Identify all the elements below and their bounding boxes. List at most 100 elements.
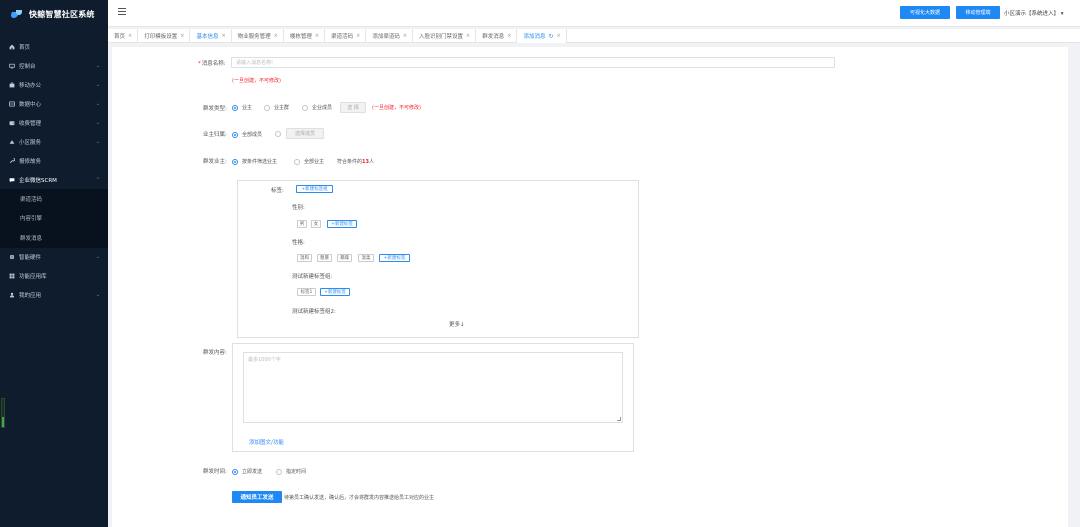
chevron-down-icon: ⌄ [95,100,100,107]
send-now-radio[interactable]: 立即发送 [232,468,262,475]
tag-item[interactable]: 标签1 [297,288,316,296]
user-menu-label: 小区演示【系统进入】 [1004,11,1060,17]
send-type-select-button[interactable]: 选 择 [340,102,366,113]
new-tag-button[interactable]: +新建标签 [320,288,350,296]
close-icon[interactable]: × [466,33,470,39]
close-icon[interactable]: × [507,33,511,39]
tag-section-label: 标签: [271,188,284,194]
radio-label: 业主群 [274,105,290,111]
sidebar-scroll-handle[interactable] [1,398,5,428]
send-scheduled-radio[interactable]: 指定时间 [276,468,306,475]
tab-label: 物业服务管理 [237,34,271,40]
close-icon[interactable]: × [221,33,225,39]
chevron-down-icon: ⌄ [95,62,100,69]
notify-staff-send-button[interactable]: 通知员工发送 [232,491,282,503]
radio-label: 全部业主 [304,159,325,165]
sidebar-item-repair[interactable]: 报修故务 [0,151,108,170]
sidebar-item-label: 我的应用 [19,293,42,299]
sidebar-item-data-center[interactable]: 数据中心 ⌄ [0,94,108,113]
tab-add-message[interactable]: 添加消息 ↻ × [517,29,567,43]
more-tags-link[interactable]: 更多↓ [449,320,465,328]
sidebar-item-smart-hardware[interactable]: 智能硬件 ⌄ [0,248,108,267]
tab-label: 打印模板设置 [144,34,178,40]
content-panel: 最多1000个字 添加图文/功能 [232,343,634,452]
add-message-form: *消息名称: 请输入消息名称! (一旦创建，不可修改) 群发类型: 业主 业主群… [112,47,1068,527]
sidebar-item-mobile-office[interactable]: 移动办公 ⌄ [0,75,108,94]
radio-dot [294,158,300,165]
tab-print-template[interactable]: 打印模板设置 × [138,29,191,43]
scope-all-members-radio[interactable]: 全部成员 [232,131,262,138]
tag-item[interactable]: 暴躁 [337,254,352,262]
close-icon[interactable]: × [128,33,132,39]
new-tag-button[interactable]: +新建标签 [327,220,357,228]
sidebar-item-console[interactable]: 控制台 ⌄ [0,56,108,75]
message-name-input[interactable]: 请输入消息名称! [231,57,835,68]
tag-item[interactable]: 温和 [297,254,312,262]
tag-item[interactable]: 女 [311,220,321,228]
tab-label: 添加渠道码 [372,34,400,40]
tab-label: 群发消息 [482,34,505,40]
chevron-up-icon: ⌃ [95,176,100,183]
send-type-staff-radio[interactable]: 企业成员 [302,104,332,111]
logo[interactable]: 快鲸智慧社区系统 [0,0,108,28]
wallet-icon [9,120,15,125]
tab-mass-message[interactable]: 群发消息 × [476,29,518,43]
close-icon[interactable]: × [180,33,184,39]
bigdata-button[interactable]: 可视化大数据 [900,6,950,19]
sidebar-item-app-library[interactable]: 功能应用库 [0,267,108,286]
new-tag-button[interactable]: +新建标签 [379,254,410,262]
send-type-owner-radio[interactable]: 业主 [232,104,252,111]
sidebar-item-scrm[interactable]: 企业微信SCRM ⌃ [0,170,108,189]
tag-item[interactable]: 男 [297,220,307,228]
close-icon[interactable]: × [403,33,407,39]
sidebar-subitem-mass-message[interactable]: 群发消息 [0,228,108,248]
close-icon[interactable]: × [315,33,319,39]
tab-add-channel-code[interactable]: 添加渠道码 × [366,29,414,43]
tab-home[interactable]: 首页 × [108,29,139,43]
sidebar-item-label: 收费管理 [19,120,42,127]
sidebar-item-label: 智能硬件 [19,255,42,261]
user-menu[interactable]: 小区演示【系统进入】 ▾ [1004,9,1064,17]
content-textarea[interactable]: 最多1000个字 [243,352,623,423]
scope-select-members-radio[interactable] [275,131,285,137]
message-name-label-text: 消息名称: [201,61,226,67]
sidebar-item-my-apps[interactable]: 我的应用 ⌄ [0,286,108,305]
scope-select-members-button[interactable]: 选择成员 [286,128,324,139]
new-tag-group-button[interactable]: +新建标签组 [296,185,333,193]
tab-building[interactable]: 楼栋管理 × [284,29,326,43]
sidebar-item-billing[interactable]: 收费管理 ⌄ [0,113,108,132]
add-media-link[interactable]: 添加图文/功能 [249,438,284,446]
target-owner-label: 群发业主: [203,159,227,165]
mobile-admin-button[interactable]: 移动管理端 [956,6,1000,19]
target-all-radio[interactable]: 全部业主 [294,158,324,165]
tab-channel-code[interactable]: 渠道活码 × [325,29,367,43]
tag-item[interactable]: 粗暴 [317,254,332,262]
radio-label: 指定时间 [286,469,307,475]
sidebar: 快鲸智慧社区系统 首页 控制台 ⌄ 移动办公 ⌄ 数据中心 ⌄ 收费管理 ⌄ 小… [0,0,108,527]
close-icon[interactable]: × [356,33,360,39]
tag-item[interactable]: 温柔 [358,254,374,262]
sidebar-subitem-channel-code[interactable]: 渠道活码 [0,189,108,209]
tab-basic-info[interactable]: 基本信息 × [190,29,232,43]
menu-toggle-icon[interactable] [118,8,126,16]
send-type-owner-group-radio[interactable]: 业主群 [264,104,289,111]
match-suffix: 人 [368,159,374,165]
sidebar-subitem-content-engine[interactable]: 内容引擎 [0,209,108,229]
send-type-label: 群发类型: [203,106,227,112]
sidebar-subitem-label: 内容引擎 [20,216,43,223]
resize-handle-icon[interactable] [617,417,621,421]
top-header: 可视化大数据 移动管理端 小区演示【系统进入】 ▾ [108,0,1080,27]
tab-property-service[interactable]: 物业服务管理 × [232,29,284,43]
tab-face-access[interactable]: 入脸识别门禁设置 × [413,29,477,43]
close-icon[interactable]: × [274,33,278,39]
content-placeholder: 最多1000个字 [248,357,281,363]
send-time-label: 群发时间: [203,469,227,475]
sidebar-item-home[interactable]: 首页 [0,37,108,56]
target-filter-radio[interactable]: 按条件筛选业主 [232,158,277,165]
radio-label: 全部成员 [242,132,263,138]
radio-dot [264,104,270,111]
close-icon[interactable]: × [557,33,561,39]
refresh-icon[interactable]: ↻ [548,33,553,40]
sidebar-item-community-service[interactable]: 小区服务 ⌄ [0,132,108,151]
database-icon [9,101,15,106]
